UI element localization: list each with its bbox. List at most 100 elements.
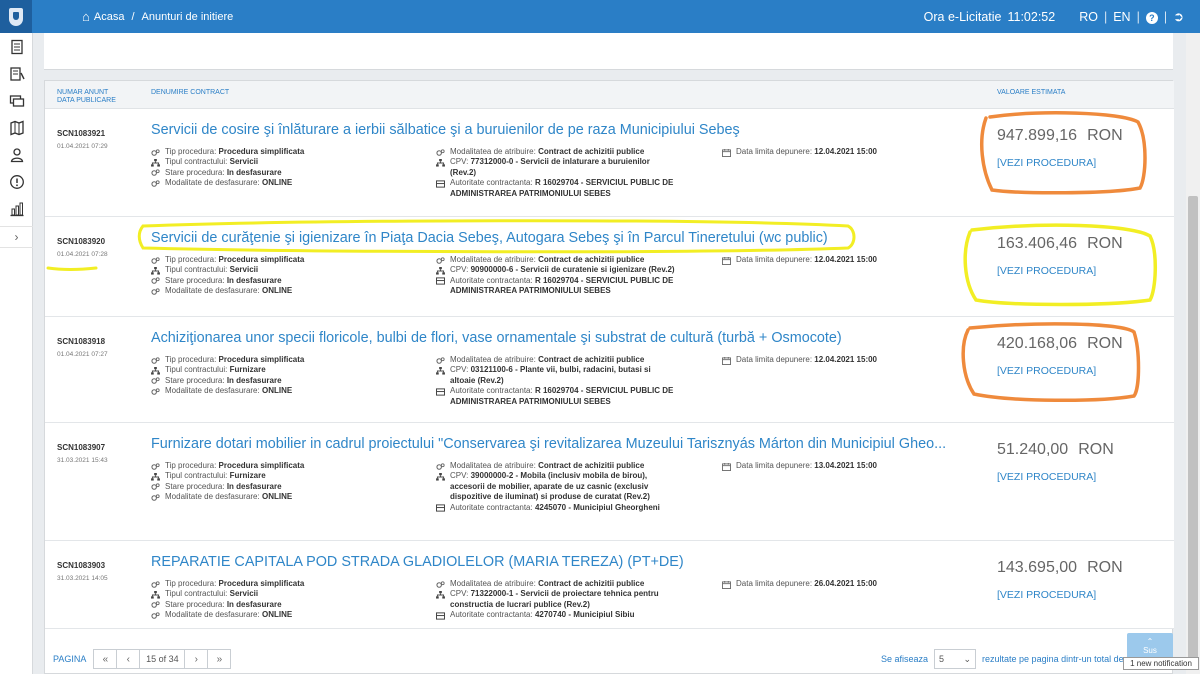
alert-icon [9,174,24,189]
detail-line: CPV: 77312000-0 - Servicii de inlaturare… [436,157,706,178]
sidebar-item-notices[interactable] [0,60,33,87]
detail-label: Autoritate contractanta: [450,610,533,620]
procedure-details: Tip procedura: Procedura simplificata Tip… [151,255,304,297]
page-scrollbar[interactable] [1186,33,1200,674]
detail-value: 4245070 - Municipiul Gheorgheni [534,502,660,512]
detail-value: 03121100-6 - Plante vii, bulbi, radacini… [470,365,651,375]
value-currency: RON [1087,335,1123,352]
detail-value: 4270740 - Municipiul Sibiu [534,610,635,620]
deadline-details: Data limita depunere: 12.04.2021 15:00 [722,147,877,157]
deadline-details: Data limita depunere: 13.04.2021 15:00 [722,461,877,471]
detail-value: In desfasurare [226,275,282,285]
contract-title-link[interactable]: Achiziţionarea unor specii floricole, bu… [151,330,842,346]
detail-label: Tip procedura: [165,579,217,588]
sidebar-item-map[interactable] [0,114,33,141]
home-icon[interactable]: ⌂ [82,9,90,24]
sidebar-item-messages[interactable] [0,87,33,114]
contract-details: Modalitatea de atribuire: Contract de ac… [436,255,706,297]
first-page-button[interactable]: « [93,649,118,669]
last-page-button[interactable]: » [207,649,232,669]
lang-ro-link[interactable]: RO [1073,10,1104,24]
header-nr: NUMAR ANUNT [57,89,109,96]
contract-title-link[interactable]: Furnizare dotari mobilier in cadrul proi… [151,436,946,452]
contract-title-link[interactable]: Servicii de cosire şi înlăturare a ierbi… [151,122,740,138]
deadline-details: Data limita depunere: 26.04.2021 15:00 [722,579,877,589]
detail-label: Autoritate contractanta: [450,502,533,512]
cog-icon [151,277,160,285]
detail-value: 12.04.2021 15:00 [814,147,878,156]
sitemap-icon [436,158,445,167]
procedure-details: Tip procedura: Procedura simplificata Tip… [151,461,304,503]
breadcrumb-separator: / [131,10,135,23]
publication-date: 01.04.2021 07:27 [57,351,108,358]
detail-label: Data limita depunere: [736,147,813,156]
sidebar-item-documents[interactable] [0,33,33,60]
cog-icon [151,612,160,619]
detail-line: Tipul contractului: Furnizare [151,471,304,481]
arrow-up-icon: ⌃ [1146,637,1154,646]
cog-icon [151,256,160,264]
calendar-icon [722,580,731,589]
per-page-value: 5 [939,654,945,664]
procedure-details: Tip procedura: Procedura simplificata Tip… [151,355,304,397]
detail-line: Autoritate contractanta: 4270740 - Munic… [436,610,706,620]
sitemap-icon [151,590,160,599]
detail-label: Tip procedura: [165,147,217,156]
per-page-select[interactable]: 5 ⌄ [934,649,977,669]
sidebar-expand-toggle[interactable]: › [0,226,33,248]
calendar-icon [722,356,731,365]
cog-icon [436,356,445,364]
app-logo[interactable] [0,0,32,33]
detail-value: Contract de achizitii publice [538,147,645,156]
view-procedure-link[interactable]: [VEZI PROCEDURA] [997,157,1096,169]
view-procedure-link[interactable]: [VEZI PROCEDURA] [997,471,1096,483]
value-currency: RON [1078,441,1114,458]
contract-title-link[interactable]: Servicii de curăţenie şi igienizare în P… [151,230,828,246]
detail-label: Stare procedura: [165,599,225,609]
detail-label: Tip procedura: [165,461,217,470]
help-button[interactable]: ? [1140,10,1164,24]
contract-title-link[interactable]: REPARATIE CAPITALA POD STRADA GLADIOLELO… [151,554,684,570]
pagination-label: PAGINA [53,654,87,664]
detail-line: CPV: 03121100-6 - Plante vii, bulbi, rad… [436,365,706,386]
authority-icon [436,504,445,512]
cog-icon [151,462,160,470]
table-header: NUMAR ANUNT DATA PUBLICARE DENUMIRE CONT… [45,81,1174,109]
detail-value: 77312000-0 - Servicii de inlaturare a bu… [470,157,650,167]
results-panel: NUMAR ANUNT DATA PUBLICARE DENUMIRE CONT… [44,80,1174,674]
detail-label: CPV: [450,265,469,275]
detail-line: Data limita depunere: 12.04.2021 15:00 [722,147,877,157]
detail-line: Modalitatea de atribuire: Contract de ac… [436,579,706,589]
view-procedure-link[interactable]: [VEZI PROCEDURA] [997,589,1096,601]
notice-number[interactable]: SCN1083903 [57,561,105,570]
detail-line: Modalitate de desfasurare: ONLINE [151,492,304,502]
detail-line: Autoritate contractanta: R 16029704 - SE… [436,386,706,407]
next-page-button[interactable]: › [184,649,209,669]
lang-en-link[interactable]: EN [1107,10,1136,24]
view-procedure-link[interactable]: [VEZI PROCEDURA] [997,365,1096,377]
current-page-display[interactable]: 15 of 34 [139,649,186,669]
logout-icon[interactable]: ➲ [1167,9,1190,25]
header-name: DENUMIRE CONTRACT [151,89,230,96]
notice-number[interactable]: SCN1083918 [57,337,105,346]
sidebar-item-reports[interactable] [0,195,33,222]
notice-number[interactable]: SCN1083921 [57,129,105,138]
breadcrumb-home[interactable]: Acasa [94,11,125,23]
sidebar-item-info[interactable] [0,168,33,195]
detail-value: Furnizare [229,471,266,481]
detail-label: CPV: [450,589,469,599]
notice-number[interactable]: SCN1083907 [57,443,105,452]
notification-tooltip: 1 new notification [1123,657,1199,670]
sidebar-item-user[interactable] [0,141,33,168]
deadline-details: Data limita depunere: 12.04.2021 15:00 [722,255,877,265]
detail-line: Tipul contractului: Servicii [151,157,304,167]
bar-chart-icon [10,202,23,216]
detail-value: In desfasurare [226,481,282,491]
prev-page-button[interactable]: ‹ [116,649,141,669]
calendar-icon [722,148,731,157]
notice-number[interactable]: SCN1083920 [57,237,105,246]
scrollbar-thumb[interactable] [1188,196,1198,666]
detail-line: Modalitate de desfasurare: ONLINE [151,178,304,188]
view-procedure-link[interactable]: [VEZI PROCEDURA] [997,265,1096,277]
detail-line: Modalitatea de atribuire: Contract de ac… [436,255,706,265]
